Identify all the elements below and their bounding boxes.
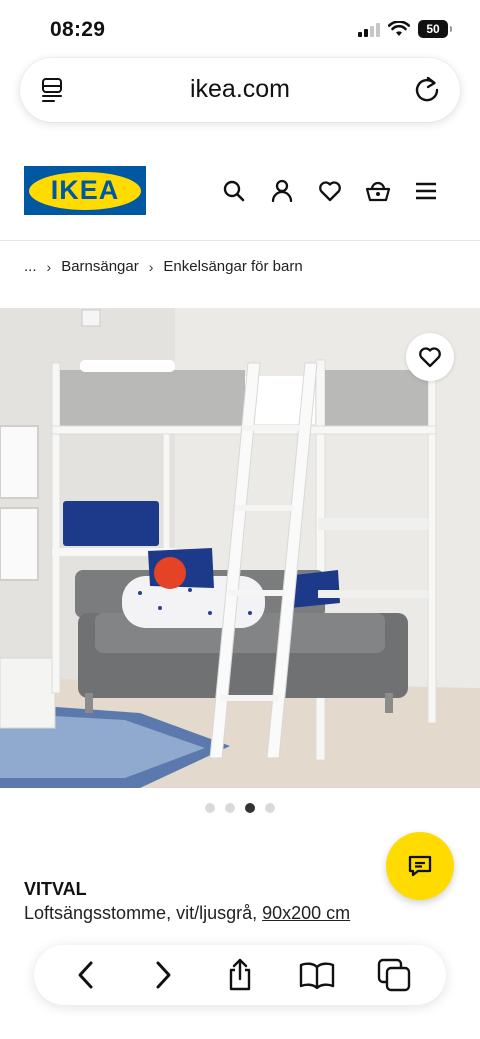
carousel-dot[interactable] bbox=[265, 803, 275, 813]
tabs-icon[interactable] bbox=[374, 955, 414, 995]
forward-icon[interactable] bbox=[143, 955, 183, 995]
share-icon[interactable] bbox=[220, 955, 260, 995]
chat-icon bbox=[408, 855, 432, 877]
reload-icon[interactable] bbox=[412, 75, 442, 105]
product-name: VITVAL bbox=[24, 879, 87, 899]
loft-bed-photo bbox=[0, 308, 480, 788]
status-bar: 08:29 50 bbox=[0, 0, 480, 60]
address-bar[interactable]: ikea.com bbox=[20, 58, 460, 122]
cellular-signal-icon bbox=[358, 21, 380, 37]
logo-text: IKEA bbox=[50, 175, 120, 205]
user-icon[interactable] bbox=[267, 176, 297, 206]
url-text[interactable]: ikea.com bbox=[20, 75, 460, 104]
product-size-link[interactable]: 90x200 cm bbox=[262, 903, 350, 923]
header-actions bbox=[219, 176, 441, 206]
breadcrumb-item[interactable]: Barnsängar bbox=[61, 258, 139, 275]
product-image[interactable] bbox=[0, 308, 480, 788]
ikea-logo[interactable]: IKEA bbox=[24, 166, 146, 215]
product-description-text: Loftsängsstomme, vit/ljusgrå, bbox=[24, 903, 258, 923]
heart-icon bbox=[419, 347, 441, 368]
back-icon[interactable] bbox=[66, 955, 106, 995]
carousel-dots bbox=[0, 803, 480, 813]
carousel-dot[interactable] bbox=[225, 803, 235, 813]
breadcrumb-item[interactable]: Enkelsängar för barn bbox=[163, 258, 302, 275]
browser-toolbar bbox=[34, 945, 446, 1005]
basket-icon[interactable] bbox=[363, 176, 393, 206]
chevron-right-icon: › bbox=[148, 258, 154, 275]
breadcrumb: ... › Barnsängar › Enkelsängar för barn bbox=[24, 258, 303, 275]
product-description: Loftsängsstomme, vit/ljusgrå, 90x200 cm bbox=[24, 903, 350, 924]
wishlist-button[interactable] bbox=[406, 333, 454, 381]
status-time: 08:29 bbox=[50, 18, 106, 41]
breadcrumb-ellipsis[interactable]: ... bbox=[24, 258, 37, 275]
chat-button[interactable] bbox=[386, 832, 454, 900]
battery-indicator: 50 bbox=[418, 20, 452, 38]
status-icons: 50 bbox=[358, 20, 452, 38]
menu-icon[interactable] bbox=[411, 176, 441, 206]
heart-icon[interactable] bbox=[315, 176, 345, 206]
search-icon[interactable] bbox=[219, 176, 249, 206]
carousel-dot[interactable] bbox=[245, 803, 255, 813]
carousel-dot[interactable] bbox=[205, 803, 215, 813]
chevron-right-icon: › bbox=[46, 258, 52, 275]
header-divider bbox=[0, 240, 480, 241]
bookmarks-icon[interactable] bbox=[297, 955, 337, 995]
wifi-icon bbox=[388, 21, 410, 36]
